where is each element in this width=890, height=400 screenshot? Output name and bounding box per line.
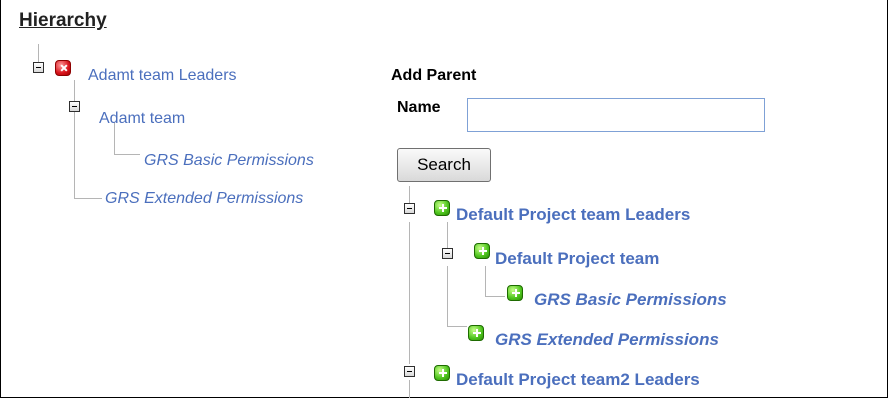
content-frame: Hierarchy Adamt team Leaders Adamt team … <box>0 0 888 398</box>
remove-icon[interactable] <box>55 60 71 76</box>
collapse-toggle-icon[interactable] <box>33 62 44 73</box>
tree-node-grs-basic-permissions[interactable]: GRS Basic Permissions <box>144 152 314 170</box>
result-node-grs-basic-permissions[interactable]: GRS Basic Permissions <box>534 290 727 310</box>
add-icon[interactable] <box>434 365 450 381</box>
result-node-default-project-team-leaders[interactable]: Default Project team Leaders <box>456 205 690 225</box>
result-node-default-project-team2-leaders[interactable]: Default Project team2 Leaders <box>456 370 700 390</box>
tree-line <box>409 380 410 398</box>
tree-line <box>485 296 505 297</box>
tree-line <box>447 222 448 250</box>
page-title: Hierarchy <box>19 10 107 31</box>
name-input[interactable] <box>467 98 765 132</box>
add-parent-heading: Add Parent <box>391 67 477 84</box>
tree-line <box>74 198 102 199</box>
result-node-grs-extended-permissions[interactable]: GRS Extended Permissions <box>495 330 719 350</box>
add-icon[interactable] <box>507 285 523 301</box>
add-icon[interactable] <box>434 200 450 216</box>
tree-line <box>38 44 39 62</box>
collapse-toggle-icon[interactable] <box>404 203 415 214</box>
name-label: Name <box>397 99 441 116</box>
collapse-toggle-icon[interactable] <box>69 101 80 112</box>
tree-node-grs-extended-permissions[interactable]: GRS Extended Permissions <box>105 190 303 208</box>
result-node-default-project-team[interactable]: Default Project team <box>495 249 659 269</box>
tree-node-adamt-team-leaders[interactable]: Adamt team Leaders <box>88 67 237 85</box>
tree-line <box>114 154 140 155</box>
tree-line <box>74 80 75 198</box>
tree-line <box>485 266 486 296</box>
search-button[interactable]: Search <box>397 148 491 182</box>
tree-node-adamt-team[interactable]: Adamt team <box>99 110 185 128</box>
tree-line <box>447 266 448 326</box>
tree-line <box>447 326 467 327</box>
collapse-toggle-icon[interactable] <box>442 248 453 259</box>
add-icon[interactable] <box>474 243 490 259</box>
tree-line <box>409 222 410 364</box>
add-icon[interactable] <box>468 325 484 341</box>
collapse-toggle-icon[interactable] <box>404 366 415 377</box>
